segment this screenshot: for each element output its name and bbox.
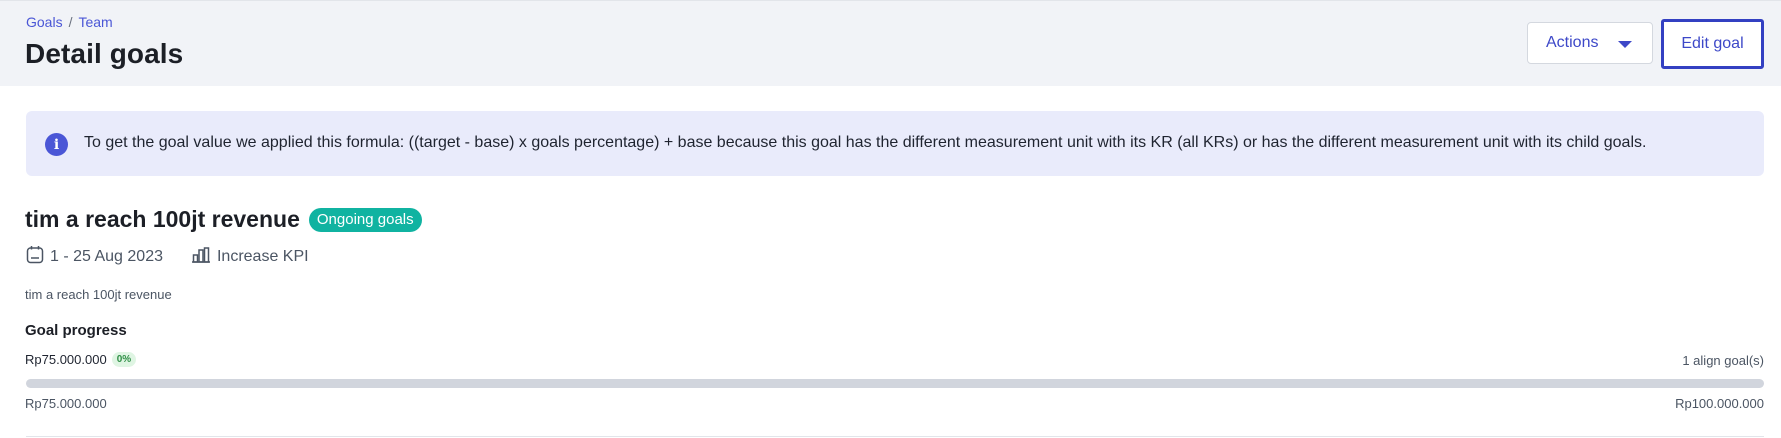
goal-progress-heading: Goal progress [25, 322, 127, 339]
breadcrumb-goals-link[interactable]: Goals [26, 14, 63, 30]
page-header: Goals / Team Detail goals Actions Edit g… [0, 0, 1781, 86]
breadcrumb-team-link[interactable]: Team [78, 14, 112, 30]
edit-goal-button[interactable]: Edit goal [1661, 19, 1764, 69]
goal-title: tim a reach 100jt revenue [25, 206, 300, 232]
actions-dropdown-button[interactable]: Actions [1527, 22, 1653, 64]
goal-current-value-row: Rp75.000.000 0% [25, 352, 137, 367]
formula-info-banner: i To get the goal value we applied this … [26, 111, 1764, 176]
actions-button-label: Actions [1546, 34, 1599, 51]
goal-date-range: 1 - 25 Aug 2023 [26, 245, 163, 269]
align-goals-link[interactable]: 1 align goal(s) [1682, 353, 1764, 368]
goal-description: tim a reach 100jt revenue [25, 287, 172, 302]
goal-progress-bar [26, 379, 1764, 388]
chevron-down-icon [1618, 41, 1632, 48]
breadcrumb-separator: / [68, 14, 73, 30]
goal-kpi-type: Increase KPI [191, 246, 309, 268]
info-icon: i [45, 133, 68, 156]
goal-kpi-type-text: Increase KPI [216, 248, 309, 265]
section-divider [26, 436, 1764, 437]
bar-chart-icon [191, 246, 211, 268]
calendar-icon [26, 245, 44, 269]
formula-info-text: To get the goal value we applied this fo… [84, 134, 1647, 151]
goal-target-value: Rp100.000.000 [1675, 396, 1764, 411]
goal-current-value: Rp75.000.000 [25, 352, 107, 367]
breadcrumb: Goals / Team [26, 14, 113, 30]
goal-meta-row: 1 - 25 Aug 2023 Increase KPI [26, 245, 309, 269]
goal-detail-page: Goals / Team Detail goals Actions Edit g… [0, 0, 1781, 438]
goal-title-row: tim a reach 100jt revenue Ongoing goals [25, 206, 422, 233]
status-badge: Ongoing goals [308, 207, 422, 232]
page-title: Detail goals [25, 38, 184, 69]
goal-base-value: Rp75.000.000 [25, 396, 107, 411]
progress-percentage-badge: 0% [111, 352, 137, 367]
goal-date-range-text: 1 - 25 Aug 2023 [50, 248, 163, 265]
edit-goal-button-label: Edit goal [1681, 35, 1744, 52]
